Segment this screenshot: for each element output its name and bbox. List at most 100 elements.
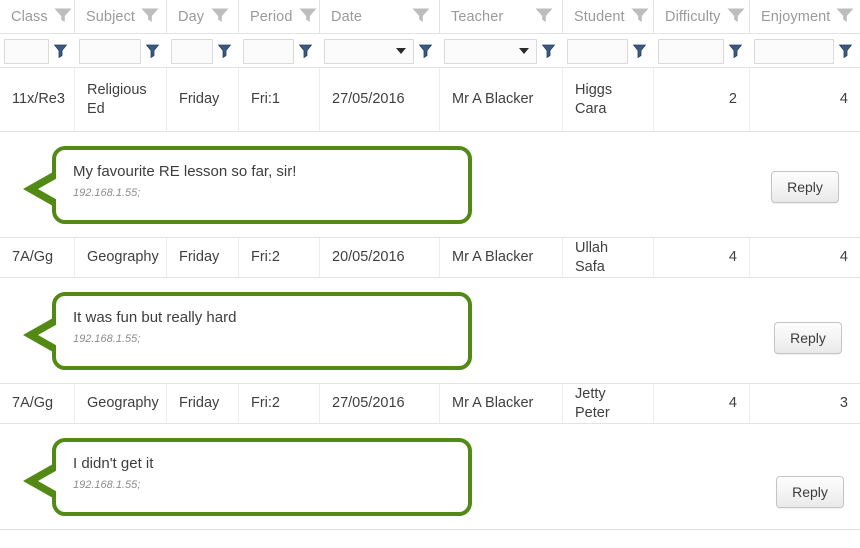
comment-bubble-body: I didn't get it 192.168.1.55; <box>52 438 472 516</box>
cell-day: Friday <box>167 238 239 277</box>
cell-period: Fri:1 <box>239 68 320 131</box>
chevron-down-icon[interactable] <box>519 48 529 54</box>
cell-class: 11x/Re3 <box>0 68 75 131</box>
filter-funnel-icon[interactable] <box>836 7 854 28</box>
cell-period: Fri:2 <box>239 384 320 423</box>
chevron-down-icon[interactable] <box>396 48 406 54</box>
comment-bubble: I didn't get it 192.168.1.55; <box>23 438 472 516</box>
cell-subject: Geography <box>75 238 167 277</box>
filter-funnel-icon[interactable] <box>631 7 649 28</box>
filter-cell-student <box>563 34 654 68</box>
comment-bubble: It was fun but really hard 192.168.1.55; <box>23 292 472 370</box>
column-header-enjoyment[interactable]: Enjoyment <box>750 0 860 34</box>
filter-input-date[interactable] <box>324 38 414 64</box>
cell-teacher: Mr A Blacker <box>440 238 563 277</box>
filter-cell-subject <box>75 34 167 68</box>
filter-funnel-icon[interactable] <box>416 39 435 64</box>
cell-enjoyment: 3 <box>839 395 848 412</box>
column-header-period[interactable]: Period <box>239 0 320 34</box>
filter-cell-class <box>0 34 75 68</box>
filter-funnel-icon[interactable] <box>141 7 159 28</box>
grid-header-row: Class Subject Day Period Date Teacher Student D… <box>0 0 860 34</box>
filter-funnel-icon[interactable] <box>299 7 317 28</box>
filter-funnel-icon[interactable] <box>211 7 229 28</box>
filter-funnel-icon[interactable] <box>51 39 70 64</box>
cell-day: Friday <box>167 68 239 131</box>
cell-difficulty: 4 <box>654 238 750 277</box>
cell-enjoyment: 4 <box>839 249 848 266</box>
feedback-grid: Class Subject Day Period Date Teacher Student D… <box>0 0 860 530</box>
column-header-label: Difficulty <box>665 9 721 25</box>
cell-subject: Geography <box>75 384 167 423</box>
filter-funnel-icon[interactable] <box>412 7 430 28</box>
filter-funnel-icon[interactable] <box>54 7 72 28</box>
filter-funnel-icon[interactable] <box>215 39 234 64</box>
comment-row: It was fun but really hard 192.168.1.55; R… <box>0 278 860 384</box>
comment-ip-address: 192.168.1.55; <box>73 186 141 199</box>
cell-student: Ullah Safa <box>563 238 654 277</box>
filter-funnel-icon[interactable] <box>296 39 315 64</box>
filter-cell-day <box>167 34 239 68</box>
reply-button[interactable]: Reply <box>776 476 844 508</box>
cell-enjoyment: 4 <box>839 91 848 108</box>
cell-difficulty: 4 <box>654 384 750 423</box>
column-header-label: Period <box>250 9 293 25</box>
filter-funnel-icon[interactable] <box>143 39 162 64</box>
filter-input-difficulty[interactable] <box>658 38 724 64</box>
cell-date: 20/05/2016 <box>320 238 440 277</box>
filter-cell-period <box>239 34 320 68</box>
bubble-tail-inner <box>38 318 68 352</box>
filter-funnel-icon[interactable] <box>836 39 855 64</box>
filter-cell-date <box>320 34 440 68</box>
comment-bubble-body: My favourite RE lesson so far, sir! 192.1… <box>52 146 472 224</box>
cell-period: Fri:2 <box>239 238 320 277</box>
filter-input-teacher[interactable] <box>444 38 537 64</box>
filter-funnel-icon[interactable] <box>727 7 745 28</box>
bubble-tail-inner <box>38 172 68 206</box>
table-row[interactable]: 7A/Gg Geography Friday Fri:2 20/05/2016 Mr A … <box>0 238 860 278</box>
column-header-label: Teacher <box>451 9 504 25</box>
cell-class: 7A/Gg <box>0 238 75 277</box>
cell-day: Friday <box>167 384 239 423</box>
bubble-tail-inner <box>38 464 68 498</box>
table-row[interactable]: 11x/Re3 Religious Ed Friday Fri:1 27/05/2016… <box>0 68 860 132</box>
column-header-label: Student <box>574 9 625 25</box>
reply-button[interactable]: Reply <box>774 322 842 354</box>
filter-input-subject[interactable] <box>79 38 141 64</box>
column-header-label: Day <box>178 9 205 25</box>
column-header-label: Date <box>331 9 363 25</box>
cell-difficulty: 2 <box>654 68 750 131</box>
column-header-difficulty[interactable]: Difficulty <box>654 0 750 34</box>
filter-input-day[interactable] <box>171 38 213 64</box>
cell-student: Higgs Cara <box>563 68 654 131</box>
column-header-date[interactable]: Date <box>320 0 440 34</box>
column-header-label: Enjoyment <box>761 9 831 25</box>
column-header-class[interactable]: Class <box>0 0 75 34</box>
filter-input-class[interactable] <box>4 38 49 64</box>
filter-input-period[interactable] <box>243 38 294 64</box>
filter-cell-enjoyment <box>750 34 860 68</box>
cell-date: 27/05/2016 <box>320 384 440 423</box>
column-header-subject[interactable]: Subject <box>75 0 167 34</box>
column-header-student[interactable]: Student <box>563 0 654 34</box>
table-row[interactable]: 7A/Gg Geography Friday Fri:2 27/05/2016 Mr A … <box>0 384 860 424</box>
comment-bubble-body: It was fun but really hard 192.168.1.55; <box>52 292 472 370</box>
filter-input-student[interactable] <box>567 38 628 64</box>
filter-funnel-icon[interactable] <box>726 39 745 64</box>
comment-ip-address: 192.168.1.55; <box>73 478 141 491</box>
cell-teacher: Mr A Blacker <box>440 384 563 423</box>
filter-funnel-icon[interactable] <box>630 39 649 64</box>
filter-input-enjoyment[interactable] <box>754 38 834 64</box>
reply-button[interactable]: Reply <box>771 171 839 203</box>
cell-student: Jetty Peter <box>563 384 654 423</box>
filter-funnel-icon[interactable] <box>535 7 553 28</box>
filter-cell-difficulty <box>654 34 750 68</box>
filter-funnel-icon[interactable] <box>539 39 558 64</box>
cell-teacher: Mr A Blacker <box>440 68 563 131</box>
filter-cell-teacher <box>440 34 563 68</box>
cell-class: 7A/Gg <box>0 384 75 423</box>
column-header-day[interactable]: Day <box>167 0 239 34</box>
comment-text: It was fun but really hard <box>73 309 237 326</box>
column-header-teacher[interactable]: Teacher <box>440 0 563 34</box>
comment-ip-address: 192.168.1.55; <box>73 332 141 345</box>
